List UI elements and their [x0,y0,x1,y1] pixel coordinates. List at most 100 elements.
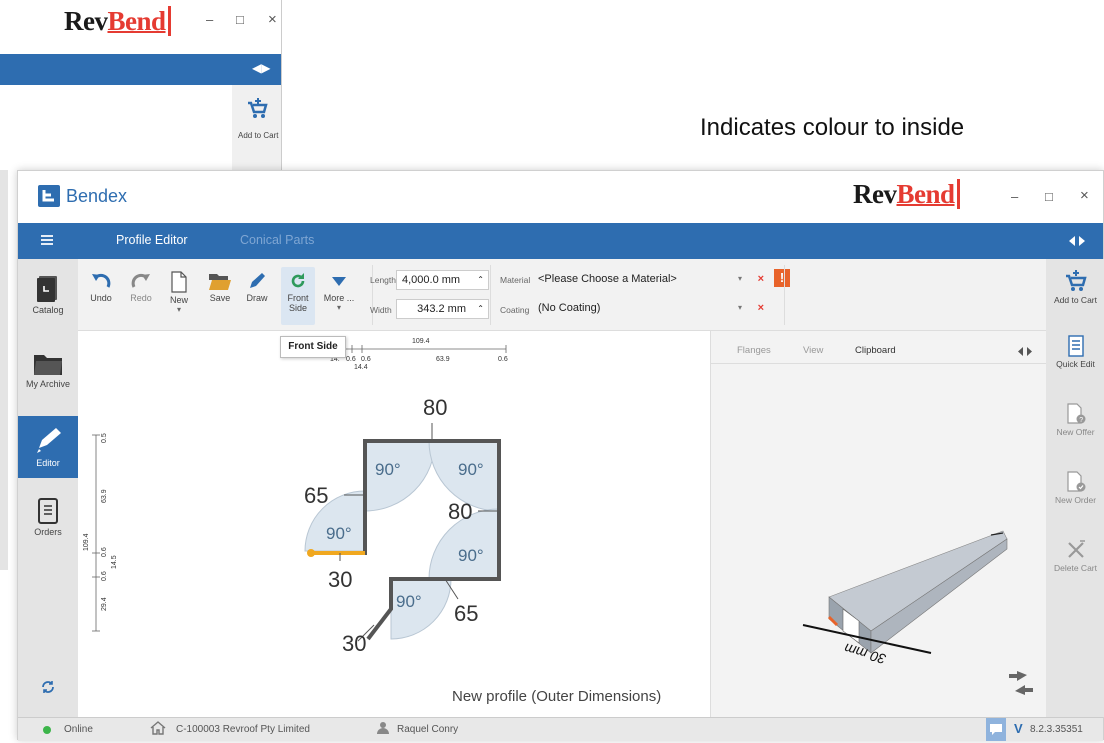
sidebar-item-orders[interactable]: Orders [18,497,78,557]
new-offer-button[interactable]: ? New Offer [1046,403,1104,437]
status-bar: Online C-100003 Revroof Pty Limited Raqu… [18,717,1103,741]
chevron-down-icon: ▾ [737,274,742,283]
sidebar-item-catalog[interactable]: Catalog [18,273,78,333]
sidebar-item-label: My Archive [25,379,70,389]
dimension-label: 65 [454,601,478,626]
collapse-icon[interactable]: ◀▶ [252,61,270,75]
new-order-button[interactable]: New Order [1046,471,1104,505]
save-button[interactable]: Save [205,271,235,303]
undo-button[interactable]: Undo [86,271,116,303]
profile-canvas[interactable]: 109.4 14. 0.6 0.6 63.9 0.6 14.4 0.5 63.9… [78,331,710,717]
new-order-icon [1066,471,1085,492]
background-close-button[interactable]: × [268,11,277,28]
preview-panel: Flanges View Clipboard 30 mm [710,331,1047,717]
tab-profile-editor[interactable]: Profile Editor [116,233,188,247]
background-right-bar: Add to Cart [232,85,281,170]
chevron-down-icon: ▾ [737,303,742,312]
angle-label: 90° [458,546,484,565]
hamburger-menu-icon[interactable] [40,233,54,252]
add-to-cart-button[interactable]: Add to Cart [1046,269,1104,305]
more-button[interactable]: More ... ▾ [322,271,356,312]
profile-drawing[interactable]: 109.4 14. 0.6 0.6 63.9 0.6 14.4 0.5 63.9… [78,331,710,717]
length-field[interactable]: 4,000.0 mm ⌃ [396,270,489,290]
background-left-edge [0,170,8,570]
pencil-icon [37,428,61,453]
canvas-caption: New profile (Outer Dimensions) [452,688,661,705]
draw-button[interactable]: Draw [242,271,272,303]
ruler-sub: 14.5 [111,555,118,569]
warning-icon: ! [774,269,790,287]
quick-edit-icon [1067,335,1084,357]
triangle-down-icon [332,277,346,286]
nav-bar: Profile Editor Conical Parts [18,223,1103,259]
background-minimize-button[interactable]: – [206,12,213,27]
annotation-text: Indicates colour to inside [700,114,965,141]
bendex-logo-icon [38,185,60,207]
material-select[interactable]: <Please Choose a Material> ▾ × [533,270,770,290]
online-status: Online [64,724,93,735]
divider [490,265,491,325]
ruler-sub: 14.4 [354,364,368,371]
quick-edit-button[interactable]: Quick Edit [1046,335,1104,369]
expand-collapse-icon[interactable] [1017,344,1033,362]
dimension-label: 30 [328,567,352,592]
new-document-icon [171,271,187,293]
minimize-button[interactable]: – [1011,189,1018,204]
tab-clipboard[interactable]: Clipboard [855,345,896,356]
user-name: Raquel Conry [397,724,459,735]
close-button[interactable]: × [1080,187,1089,204]
background-maximize-button[interactable]: □ [236,12,244,27]
dimension-label: 80 [423,395,447,420]
collapse-panel-icon[interactable] [1068,234,1086,252]
redo-button[interactable]: Redo [126,271,156,303]
sidebar-item-label: Editor [36,458,60,468]
user-icon [376,721,390,738]
chat-icon[interactable] [986,718,1006,741]
main-window: Bendex RevBend – □ × Profile Editor Coni… [17,170,1104,741]
angle-label: 90° [396,592,422,611]
delete-cart-icon [1067,540,1085,558]
ruler-tick: 0.6 [101,547,108,557]
coating-select[interactable]: (No Coating) ▾ × [533,299,770,319]
left-sidebar: Catalog My Archive Editor Orders [18,259,78,717]
clear-icon[interactable]: × [758,270,764,288]
dimension-label: 80 [448,499,472,524]
sidebar-item-my-archive[interactable]: My Archive [18,351,78,411]
sync-icon[interactable] [40,679,56,700]
tab-conical-parts[interactable]: Conical Parts [240,233,314,247]
ruler-tick: 63.9 [436,356,450,363]
refresh-icon [291,273,305,288]
online-status-icon [43,726,51,734]
width-field[interactable]: 343.2 mm ⌃ [396,299,489,319]
stepper-icon[interactable]: ⌃ [477,271,484,289]
3d-preview[interactable]: 30 mm [711,363,1047,717]
orders-icon [38,498,58,524]
inside-colour-dot [307,549,315,557]
sidebar-item-label: Catalog [32,305,64,315]
tab-flanges[interactable]: Flanges [737,345,771,356]
ruler-tick: 0.6 [361,356,371,363]
new-offer-icon: ? [1066,403,1085,424]
angle-label: 90° [326,524,352,543]
width-label: Width [370,305,392,315]
maximize-button[interactable]: □ [1045,189,1053,204]
angle-label: 90° [375,460,401,479]
clear-icon[interactable]: × [758,299,764,317]
ruler-tick: 29.4 [101,597,108,611]
cart-icon [246,97,268,124]
tab-view[interactable]: View [803,345,823,356]
ruler-tick: 0.5 [101,433,108,443]
background-revbend-logo: RevBend [64,6,171,37]
ruler-tick: 0.6 [101,571,108,581]
add-to-cart-label[interactable]: Add to Cart [238,131,278,140]
version-logo: V [1014,721,1023,736]
front-side-button[interactable]: Front Side [281,267,315,325]
delete-cart-button[interactable]: Delete Cart [1046,539,1104,573]
ruler-tick: 0.6 [346,356,356,363]
dimension-label: 30 [342,631,366,656]
divider [784,265,785,325]
stepper-icon[interactable]: ⌃ [477,300,484,318]
new-button[interactable]: New ▾ [164,271,194,314]
sidebar-item-editor[interactable]: Editor [18,416,78,478]
version-number: 8.2.3.35351 [1030,724,1083,735]
